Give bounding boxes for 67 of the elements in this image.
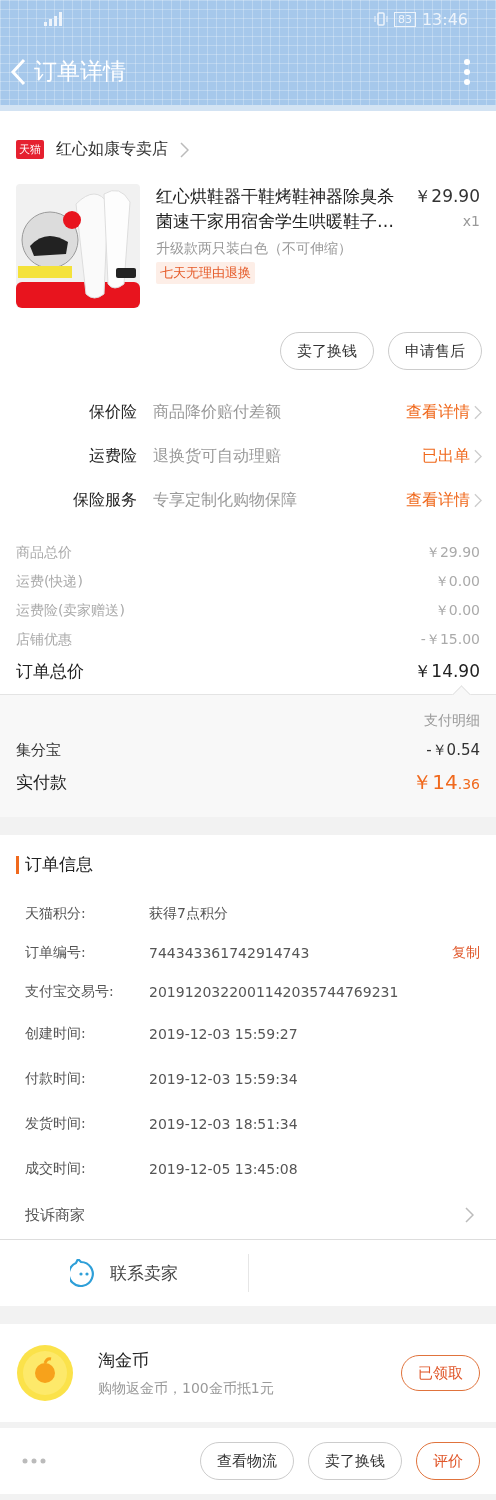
chevron-icon[interactable] <box>465 1207 474 1223</box>
info-label: 订单编号: <box>25 943 87 962</box>
info-value: 744343361742914743 <box>149 944 310 961</box>
page-title: 订单详情 <box>34 57 126 86</box>
info-value: 2019120322001142035744769231 <box>149 983 399 1000</box>
action-button[interactable]: 评价 <box>416 1442 480 1480</box>
action-button[interactable]: 查看物流 <box>200 1442 294 1480</box>
store-name[interactable]: 红心如康专卖店 <box>56 139 168 160</box>
status-time: 13:46 <box>421 9 468 29</box>
insurance-description: 商品降价赔付差额 <box>153 401 281 423</box>
action-button[interactable]: 申请售后 <box>388 332 482 370</box>
product-price: ￥29.90 <box>414 185 480 208</box>
complain-link[interactable]: 投诉商家 <box>25 1205 85 1225</box>
price-label: 商品总价 <box>16 543 72 562</box>
price-label: 运费险(卖家赠送) <box>16 601 125 620</box>
chevron-icon[interactable] <box>474 492 482 508</box>
info-label: 天猫积分: <box>25 904 87 923</box>
action-button[interactable]: 卖了换钱 <box>280 332 374 370</box>
insurance-description: 专享定制化购物保障 <box>153 489 297 511</box>
price-value: ￥0.00 <box>434 601 480 620</box>
back-icon[interactable] <box>10 57 26 86</box>
payment-label: 集分宝 <box>16 740 61 760</box>
insurance-label: 运费险 <box>88 445 137 467</box>
price-value: ￥0.00 <box>434 572 480 591</box>
chevron-icon[interactable] <box>474 448 482 464</box>
battery-level: 83 <box>393 11 416 27</box>
product-quantity: x1 <box>462 212 480 231</box>
payment-value: -￥0.54 <box>426 740 480 760</box>
chevron-icon[interactable] <box>474 404 482 420</box>
info-value: 获得7点积分 <box>149 904 228 923</box>
more-icon[interactable] <box>464 58 470 85</box>
price-value: ￥29.90 <box>425 543 480 562</box>
signal-icon <box>44 12 64 26</box>
section-title: 订单信息 <box>25 853 93 876</box>
info-label: 成交时间: <box>25 1159 87 1178</box>
action-button[interactable]: 卖了换钱 <box>308 1442 402 1480</box>
info-label: 支付宝交易号: <box>25 982 115 1001</box>
paid-amount: ￥14.36 <box>412 768 480 796</box>
info-label: 发货时间: <box>25 1114 87 1133</box>
return-policy-tag: 七天无理由退换 <box>156 262 255 284</box>
paid-label: 实付款 <box>16 770 67 794</box>
price-label: 运费(快递) <box>16 572 83 591</box>
price-value: -￥15.00 <box>420 630 480 649</box>
price-label: 店铺优惠 <box>16 630 72 649</box>
chevron-icon[interactable] <box>180 141 189 158</box>
insurance-description: 退换货可自动理赔 <box>153 445 281 467</box>
claimed-button[interactable]: 已领取 <box>401 1355 480 1391</box>
coin-icon <box>16 1344 74 1402</box>
copy-link[interactable]: 复制 <box>452 943 480 962</box>
coin-title: 淘金币 <box>98 1348 150 1372</box>
info-value: 2019-12-03 18:51:34 <box>149 1115 298 1132</box>
insurance-label: 保险服务 <box>72 489 137 511</box>
store-badge: 天猫 <box>16 140 44 159</box>
info-value: 2019-12-03 15:59:34 <box>149 1070 298 1087</box>
vibrate-icon <box>373 12 388 26</box>
contact-seller-link[interactable]: 联系卖家 <box>110 1261 178 1285</box>
product-variant: 升级款两只装白色（不可伸缩） <box>156 240 352 258</box>
info-value: 2019-12-03 15:59:27 <box>149 1025 298 1042</box>
info-value: 2019-12-05 13:45:08 <box>149 1160 298 1177</box>
more-icon[interactable] <box>22 1458 46 1464</box>
insurance-label: 保价险 <box>88 401 137 423</box>
coin-description: 购物返金币，100金币抵1元 <box>98 1379 274 1398</box>
product-title[interactable]: 红心烘鞋器干鞋烤鞋神器除臭杀菌速干家用宿舍学生哄暖鞋子… <box>156 184 402 234</box>
info-label: 创建时间: <box>25 1024 87 1043</box>
info-label: 付款时间: <box>25 1069 87 1088</box>
order-total-value: ￥14.90 <box>414 659 480 683</box>
order-total-label: 订单总价 <box>16 659 84 683</box>
